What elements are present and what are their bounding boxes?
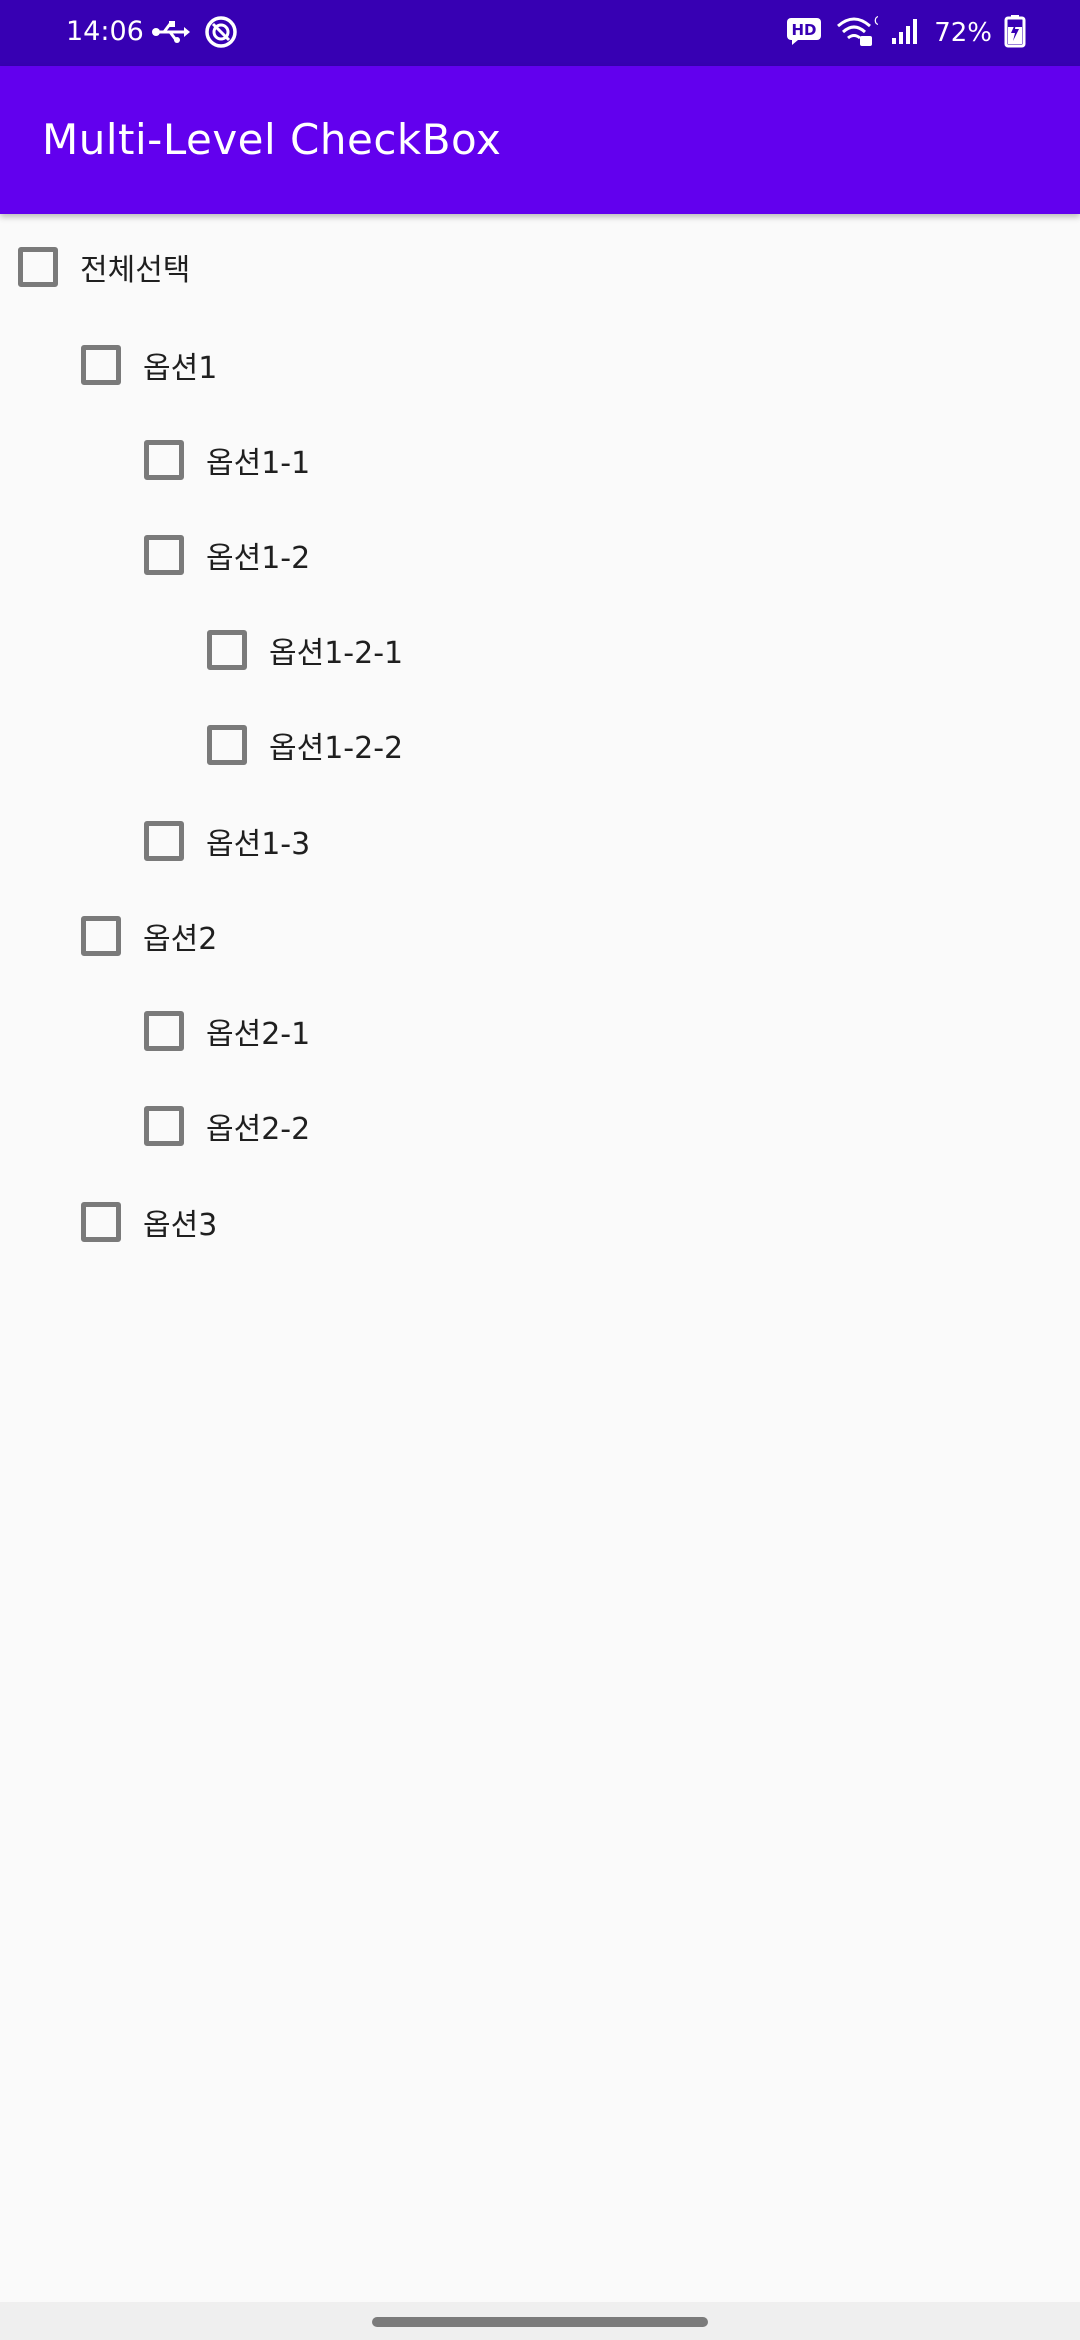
- checkbox[interactable]: [207, 630, 247, 670]
- wifi-calling-icon: G: [834, 14, 884, 52]
- checkbox-row-option1-2-1[interactable]: 옵션1-2-1: [207, 618, 403, 682]
- checkbox-label: 옵션1-3: [206, 827, 311, 862]
- checkbox-label: 옵션3: [143, 1208, 218, 1243]
- status-time: 14:06: [66, 16, 144, 47]
- checkbox-row-select-all[interactable]: 전체선택: [18, 235, 190, 299]
- hd-voice-icon: HD: [786, 16, 822, 50]
- checkbox-label: 옵션2-1: [206, 1017, 311, 1052]
- home-handle[interactable]: [372, 2317, 708, 2327]
- battery-percent: 72%: [934, 18, 992, 48]
- checkbox-label: 옵션1-1: [206, 446, 311, 481]
- checkbox-row-option2[interactable]: 옵션2: [81, 904, 217, 968]
- checkbox-row-option1-3[interactable]: 옵션1-3: [144, 809, 310, 873]
- checkbox-label: 옵션2: [143, 922, 218, 957]
- checkbox-row-option3[interactable]: 옵션3: [81, 1190, 217, 1254]
- checkbox[interactable]: [144, 440, 184, 480]
- checkbox[interactable]: [144, 821, 184, 861]
- checkbox-label: 옵션1: [143, 351, 218, 386]
- checkbox[interactable]: [144, 1106, 184, 1146]
- checkbox[interactable]: [81, 345, 121, 385]
- checkbox-row-option1-1[interactable]: 옵션1-1: [144, 428, 310, 492]
- gesture-nav-bar: [0, 2302, 1080, 2340]
- checkbox-row-option2-2[interactable]: 옵션2-2: [144, 1094, 310, 1158]
- checkbox-label: 옵션1-2-1: [269, 636, 404, 671]
- app-title: Multi-Level CheckBox: [42, 115, 502, 164]
- checkbox[interactable]: [18, 247, 58, 287]
- app-bar: Multi-Level CheckBox: [0, 66, 1080, 214]
- checkbox-label: 옵션1-2: [206, 541, 311, 576]
- checkbox-label: 옵션2-2: [206, 1112, 311, 1147]
- checkbox-label: 옵션1-2-2: [269, 731, 404, 766]
- battery-charging-icon: [1004, 14, 1026, 52]
- checkbox[interactable]: [144, 535, 184, 575]
- checkbox[interactable]: [207, 725, 247, 765]
- signal-icon: [890, 16, 922, 50]
- checkbox[interactable]: [81, 1202, 121, 1242]
- status-right-icons: HD G 72%: [786, 14, 1026, 52]
- checkbox[interactable]: [81, 916, 121, 956]
- network-type: G: [874, 14, 878, 28]
- checkbox[interactable]: [144, 1011, 184, 1051]
- checkbox-row-option1-2-2[interactable]: 옵션1-2-2: [207, 713, 403, 777]
- checkbox-row-option2-1[interactable]: 옵션2-1: [144, 999, 310, 1063]
- checkbox-label: 전체선택: [80, 253, 191, 288]
- hd-label: HD: [792, 21, 817, 39]
- data-saver-icon: [204, 15, 238, 53]
- usb-icon: [150, 18, 190, 50]
- checkbox-row-option1-2[interactable]: 옵션1-2: [144, 523, 310, 587]
- status-bar: 14:06 HD 72%: [0, 0, 1080, 66]
- checkbox-row-option1[interactable]: 옵션1: [81, 333, 217, 397]
- status-left-icons: [150, 15, 238, 53]
